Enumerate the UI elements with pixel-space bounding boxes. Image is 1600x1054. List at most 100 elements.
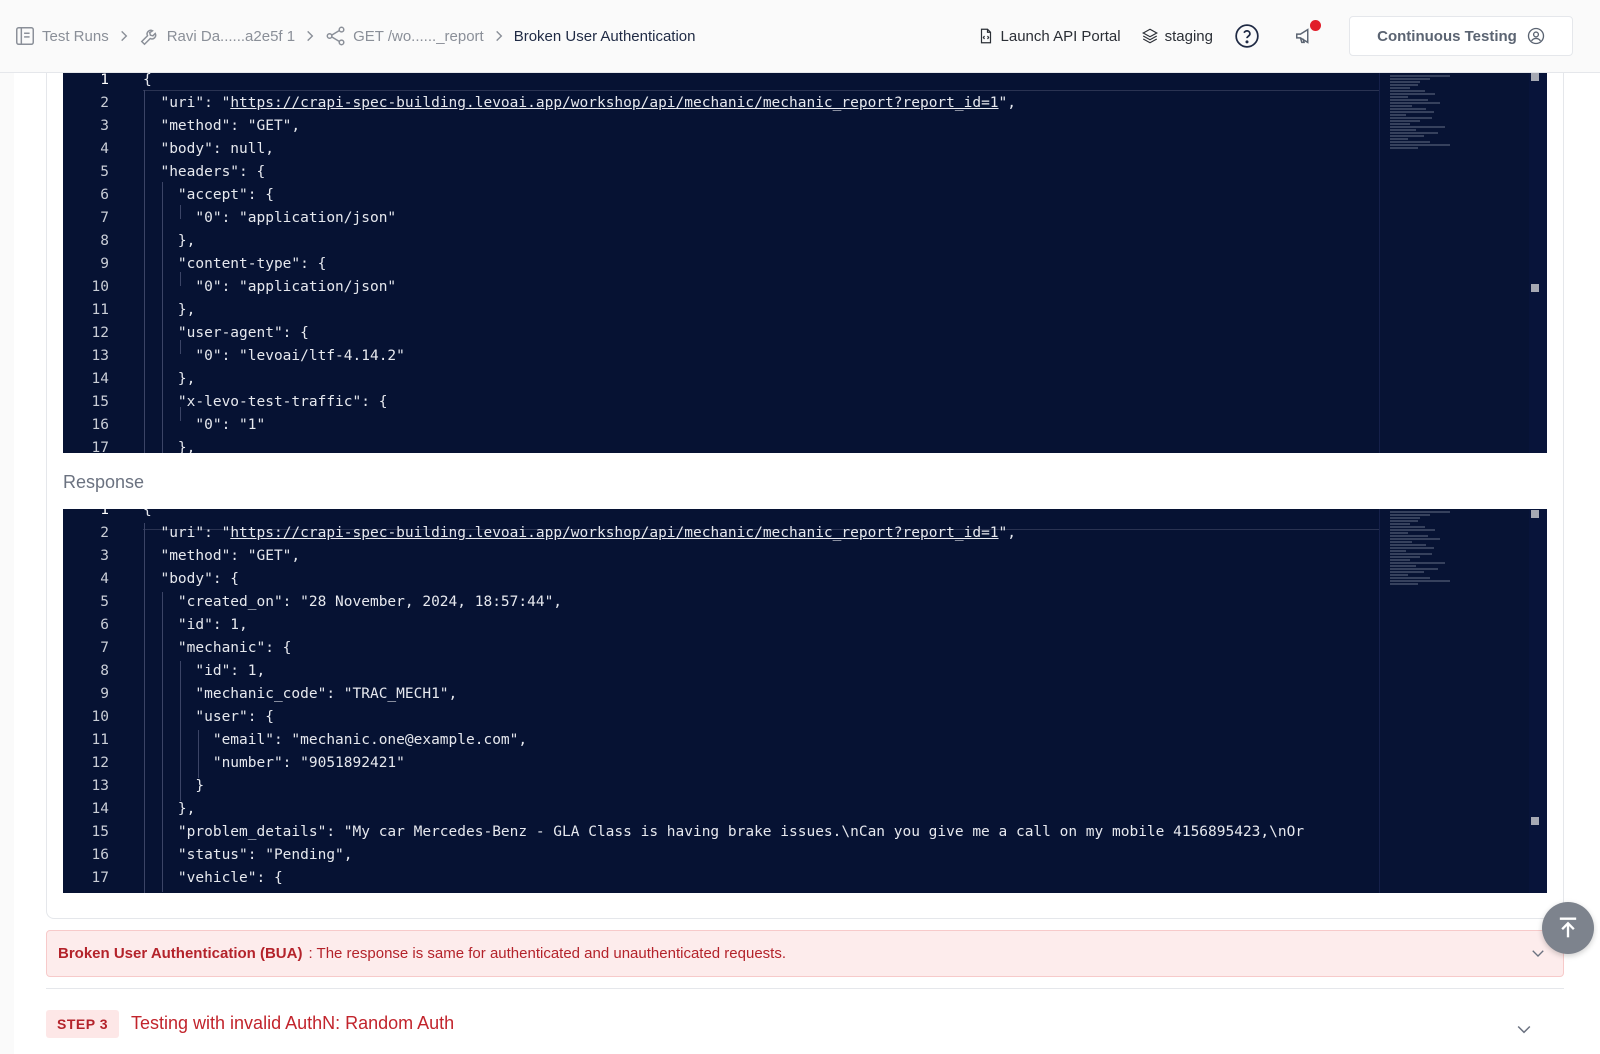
line-number: 9 xyxy=(100,256,109,272)
continuous-testing-label: Continuous Testing xyxy=(1377,27,1517,45)
code-line: 15 "x-levo-test-traffic": { xyxy=(63,391,1547,414)
code-text: "method": "GET", xyxy=(143,548,301,564)
code-text: { xyxy=(143,509,152,518)
indent-guide xyxy=(180,407,181,421)
bua-alert[interactable]: Broken User Authentication (BUA) : The r… xyxy=(46,930,1564,977)
top-bar: Test Runs Ravi Da......a2e5f 1 GET /wo..… xyxy=(0,0,1600,73)
code-line: 13 } xyxy=(63,775,1547,798)
layers-icon xyxy=(1141,28,1158,44)
code-line: 1{ xyxy=(63,509,1547,522)
request-scrollbar[interactable] xyxy=(1529,73,1547,453)
breadcrumb-run[interactable]: Ravi Da......a2e5f 1 xyxy=(139,25,295,47)
code-text: }, xyxy=(143,801,196,817)
line-number: 13 xyxy=(91,778,109,794)
code-line: 4 "body": { xyxy=(63,568,1547,591)
code-line: 15 "problem_details": "My car Mercedes-B… xyxy=(63,821,1547,844)
indent-guide xyxy=(144,90,145,453)
code-text: } xyxy=(143,778,205,794)
indent-guide xyxy=(180,661,181,801)
line-number: 3 xyxy=(100,118,109,134)
line-number: 2 xyxy=(100,525,109,541)
launch-api-portal-button[interactable]: Launch API Portal xyxy=(977,27,1121,45)
code-text: "number": "9051892421" xyxy=(143,755,405,771)
step-badge: STEP 3 xyxy=(46,1009,119,1038)
code-line: 16 "0": "1" xyxy=(63,414,1547,437)
help-button[interactable] xyxy=(1233,22,1261,50)
code-line: 17 }, xyxy=(63,437,1547,453)
line-number: 11 xyxy=(91,302,109,318)
code-text: "vehicle": { xyxy=(143,870,283,886)
line-number: 13 xyxy=(91,348,109,364)
breadcrumb-label: Ravi Da......a2e5f 1 xyxy=(166,27,296,45)
code-line: 1{ xyxy=(63,73,1547,92)
continuous-testing-button[interactable]: Continuous Testing xyxy=(1349,16,1573,56)
line-number: 2 xyxy=(100,95,109,111)
code-text: "headers": { xyxy=(143,164,266,180)
line-number: 6 xyxy=(100,617,109,633)
response-label: Response xyxy=(63,472,145,492)
code-line: 8 "id": 1, xyxy=(63,660,1547,683)
header-actions: Launch API Portal staging Continuous Tes… xyxy=(977,0,1600,72)
code-text: "id": 1, xyxy=(143,617,248,633)
chevron-down-icon[interactable] xyxy=(1529,944,1547,962)
line-number: 1 xyxy=(100,509,109,518)
list-icon xyxy=(16,27,34,45)
code-line: 2 "uri": "https://crapi-spec-building.le… xyxy=(63,522,1547,545)
response-scrollbar[interactable] xyxy=(1529,509,1547,893)
chevron-right-icon xyxy=(492,29,506,43)
announcements-button[interactable] xyxy=(1291,20,1321,50)
code-text: "email": "mechanic.one@example.com", xyxy=(143,732,528,748)
code-text: }, xyxy=(143,440,196,453)
chevron-down-icon[interactable] xyxy=(1514,1019,1534,1039)
line-number: 4 xyxy=(100,141,109,157)
response-code-lines: 1{2 "uri": "https://crapi-spec-building.… xyxy=(63,509,1547,893)
breadcrumb-label: Broken User Authentication xyxy=(513,27,696,45)
request-code-editor[interactable]: 1{2 "uri": "https://crapi-spec-building.… xyxy=(63,73,1547,453)
code-url-link[interactable]: https://crapi-spec-building.levoai.app/w… xyxy=(230,95,998,111)
indent-guide xyxy=(144,523,145,893)
code-line: 3 "method": "GET", xyxy=(63,115,1547,138)
environment-selector[interactable]: staging xyxy=(1141,27,1213,45)
line-number: 17 xyxy=(91,440,109,453)
code-text: }, xyxy=(143,371,196,387)
code-line: 10 "0": "application/json" xyxy=(63,276,1547,299)
breadcrumb-test-runs[interactable]: Test Runs xyxy=(14,25,109,47)
line-number: 14 xyxy=(91,801,109,817)
line-number: 10 xyxy=(91,279,109,295)
code-line: 4 "body": null, xyxy=(63,138,1547,161)
alert-title: Broken User Authentication (BUA) xyxy=(58,945,303,962)
code-line: 10 "user": { xyxy=(63,706,1547,729)
code-line: 9 "mechanic_code": "TRAC_MECH1", xyxy=(63,683,1547,706)
code-text: "uri": "https://crapi-spec-building.levo… xyxy=(143,95,1016,111)
environment-label: staging xyxy=(1164,27,1213,45)
request-minimap[interactable] xyxy=(1379,73,1529,453)
breadcrumb-current: Broken User Authentication xyxy=(514,28,696,45)
breadcrumb-endpoint[interactable]: GET /wo......_report xyxy=(325,25,484,47)
breadcrumb-label: GET /wo......_report xyxy=(353,27,484,45)
line-number: 14 xyxy=(91,371,109,387)
response-code-editor[interactable]: 1{2 "uri": "https://crapi-spec-building.… xyxy=(63,509,1547,893)
line-number: 16 xyxy=(91,847,109,863)
code-line: 6 "id": 1, xyxy=(63,614,1547,637)
step-3-row[interactable]: STEP 3 Testing with invalid AuthN: Rando… xyxy=(46,988,1564,1050)
indent-guide xyxy=(162,592,163,892)
indent-guide xyxy=(180,205,181,219)
code-line: 13 "0": "levoai/ltf-4.14.2" xyxy=(63,345,1547,368)
code-line: 9 "content-type": { xyxy=(63,253,1547,276)
response-minimap[interactable] xyxy=(1379,509,1529,893)
indent-guide xyxy=(180,340,181,354)
line-number: 12 xyxy=(91,755,109,771)
code-text: "method": "GET", xyxy=(143,118,301,134)
code-line: 6 "accept": { xyxy=(63,184,1547,207)
line-number: 9 xyxy=(100,686,109,702)
code-line: 2 "uri": "https://crapi-spec-building.le… xyxy=(63,92,1547,115)
breadcrumb: Test Runs Ravi Da......a2e5f 1 GET /wo..… xyxy=(0,0,696,72)
line-number: 8 xyxy=(100,663,109,679)
line-number: 3 xyxy=(100,548,109,564)
code-url-link[interactable]: https://crapi-spec-building.levoai.app/w… xyxy=(230,525,998,541)
code-text: "uri": "https://crapi-spec-building.levo… xyxy=(143,525,1016,541)
help-icon xyxy=(1235,24,1259,48)
code-line: 12 "user-agent": { xyxy=(63,322,1547,345)
scroll-to-top-button[interactable] xyxy=(1542,902,1594,954)
chevron-right-icon xyxy=(303,29,317,43)
